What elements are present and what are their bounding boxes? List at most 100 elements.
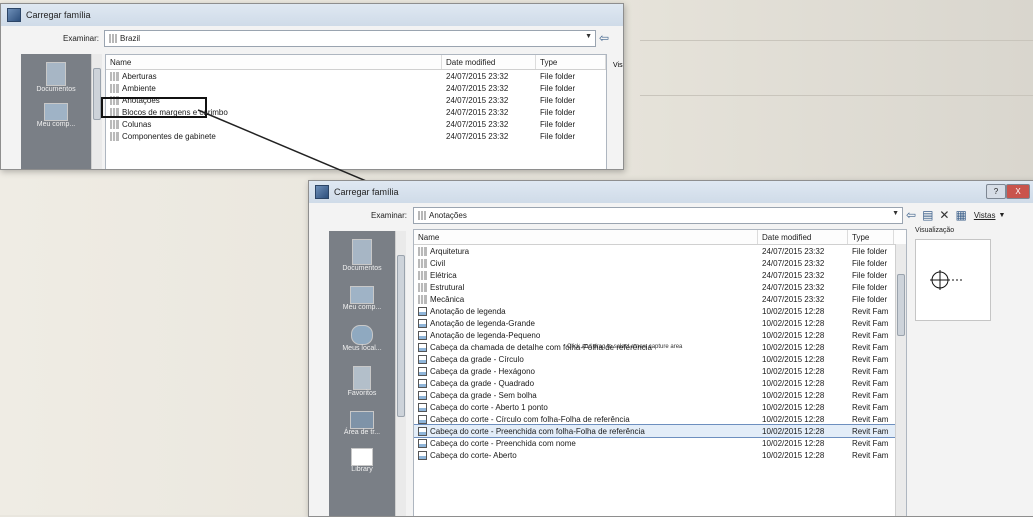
place-my-computer[interactable]: Meu comp...: [329, 286, 395, 311]
file-name-cell: Cabeça do corte - Círculo com folha-Folh…: [414, 414, 758, 424]
file-row[interactable]: Anotação de legenda-Grande 10/02/2015 12:…: [414, 317, 906, 329]
file-name: Arquitetura: [430, 246, 470, 256]
file-row[interactable]: Cabeça da grade - Círculo 10/02/2015 12:2…: [414, 353, 906, 365]
file-name-cell: Arquitetura: [414, 246, 758, 256]
network-globe-icon: [351, 325, 373, 345]
delete-icon[interactable]: ✕: [939, 208, 949, 222]
revit-family-file-icon: [418, 318, 427, 328]
file-name: Cabeça do corte - Círculo com folha-Folh…: [430, 414, 630, 424]
file-name: Cabeça da grade - Círculo: [430, 354, 524, 364]
chevron-down-icon[interactable]: ▼: [892, 210, 899, 217]
file-date: 10/02/2015 12:28: [762, 354, 825, 364]
file-row[interactable]: Civil 24/07/2015 23:32 File folder: [414, 257, 906, 269]
file-name-cell: Cabeça da grade - Círculo: [414, 354, 758, 364]
file-row[interactable]: Mecânica 24/07/2015 23:32 File folder: [414, 293, 906, 305]
file-type: File folder: [852, 294, 888, 304]
file-row[interactable]: Cabeça do corte - Círculo com folha-Folh…: [414, 413, 906, 425]
file-row[interactable]: Cabeça da grade - Hexágono 10/02/2015 12:…: [414, 365, 906, 377]
places-scrollbar[interactable]: [395, 231, 406, 516]
file-name-cell: Civil: [414, 258, 758, 268]
lookin-combo[interactable]: Anotações ▼: [413, 206, 904, 224]
revit-family-file-icon: [418, 402, 427, 412]
file-type: Revit Fam: [852, 450, 889, 460]
place-label: Meus local...: [342, 345, 382, 352]
place-favorites[interactable]: Favoritos: [329, 366, 395, 397]
file-name-cell: Mecânica: [414, 294, 758, 304]
file-name-cell: Cabeça da grade - Quadrado: [414, 378, 758, 388]
file-name-cell: Cabeça do corte - Aberto 1 ponto: [414, 402, 758, 412]
folder-icon: [418, 258, 427, 268]
file-row[interactable]: Cabeça do corte - Aberto 1 ponto 10/02/20…: [414, 401, 906, 413]
folder-icon: [418, 270, 427, 280]
file-date: 10/02/2015 12:28: [762, 378, 825, 388]
file-type: Revit Fam: [852, 354, 889, 364]
file-name: Anotação de legenda: [430, 306, 506, 316]
file-name-cell: Cabeça da grade - Sem bolha: [414, 390, 758, 400]
file-row[interactable]: Cabeça da grade - Quadrado 10/02/2015 12:…: [414, 377, 906, 389]
revit-family-file-icon: [418, 414, 427, 424]
close-icon[interactable]: X: [1006, 184, 1030, 199]
file-name-cell: Anotação de legenda-Pequeno: [414, 330, 758, 340]
col-name[interactable]: Name: [414, 230, 758, 244]
file-type: Revit Fam: [852, 426, 889, 436]
place-network[interactable]: Meus local...: [329, 325, 395, 352]
file-type: Revit Fam: [852, 438, 889, 448]
capture-hint-text: Click and drag to select a new capture a…: [567, 344, 683, 350]
file-name: Cabeça do corte- Aberto: [430, 450, 517, 460]
help-button[interactable]: ?: [986, 184, 1006, 199]
lookin-row: Examinar: Anotações ▼ ⇦ ▤ ✕ ▦ Vistas ▼: [309, 203, 1033, 227]
file-date: 10/02/2015 12:28: [762, 330, 825, 340]
file-row[interactable]: Cabeça da grade - Sem bolha 10/02/2015 12…: [414, 389, 906, 401]
file-list: Name Date modified Type Arquitetura 24/07…: [413, 229, 907, 516]
preview-pane: [915, 239, 991, 321]
file-type: Revit Fam: [852, 402, 889, 412]
file-list-scrollbar[interactable]: [895, 244, 906, 516]
views-menu[interactable]: Vistas: [974, 211, 996, 220]
file-date: 10/02/2015 12:28: [762, 390, 825, 400]
desktop-icon: [350, 411, 374, 429]
file-row[interactable]: Estrutural 24/07/2015 23:32 File folder: [414, 281, 906, 293]
scroll-thumb[interactable]: [397, 255, 405, 417]
file-name: Cabeça da grade - Quadrado: [430, 378, 535, 388]
revit-family-file-icon: [418, 438, 427, 448]
place-desktop[interactable]: Área de tr...: [329, 411, 395, 436]
file-date: 24/07/2015 23:32: [762, 270, 825, 280]
scroll-thumb[interactable]: [897, 274, 905, 336]
file-name: Cabeça da grade - Hexágono: [430, 366, 535, 376]
file-row[interactable]: Anotação de legenda-Pequeno 10/02/2015 12…: [414, 329, 906, 341]
file-name-cell: Cabeça do corte - Preenchida com nome: [414, 438, 758, 448]
preview-label: Visualização: [915, 227, 955, 234]
file-date: 10/02/2015 12:28: [762, 414, 825, 424]
place-label: Favoritos: [347, 390, 377, 397]
file-type: Revit Fam: [852, 306, 889, 316]
file-row[interactable]: Elétrica 24/07/2015 23:32 File folder: [414, 269, 906, 281]
file-row[interactable]: Cabeça do corte- Aberto 10/02/2015 12:28 R…: [414, 449, 906, 461]
documents-icon: [352, 239, 372, 265]
file-date: 10/02/2015 12:28: [762, 450, 825, 460]
file-row[interactable]: Anotação de legenda 10/02/2015 12:28 Revit…: [414, 305, 906, 317]
file-row-selected[interactable]: Cabeça do corte - Preenchida com folha-F…: [414, 424, 906, 438]
folder-icon: [418, 246, 427, 256]
col-date[interactable]: Date modified: [758, 230, 848, 244]
file-name: Estrutural: [430, 282, 465, 292]
file-row[interactable]: Cabeça do corte - Preenchida com nome 10/…: [414, 437, 906, 449]
file-date: 10/02/2015 12:28: [762, 366, 825, 376]
new-folder-icon[interactable]: ▦: [955, 208, 966, 222]
place-library[interactable]: Library: [329, 448, 395, 473]
places-bar: Documentos Meu comp... Meus local... Fav…: [329, 231, 395, 516]
revit-family-file-icon: [418, 378, 427, 388]
up-folder-icon[interactable]: ▤: [922, 208, 933, 222]
back-arrow-icon[interactable]: ⇦: [906, 208, 916, 222]
chevron-down-icon[interactable]: ▼: [998, 212, 1005, 219]
file-type: Revit Fam: [852, 318, 889, 328]
file-type: Revit Fam: [852, 378, 889, 388]
file-name: Mecânica: [430, 294, 465, 304]
file-type: Revit Fam: [852, 342, 889, 352]
file-row[interactable]: Arquitetura 24/07/2015 23:32 File folder: [414, 245, 906, 257]
col-type[interactable]: Type: [848, 230, 894, 244]
revit-app-icon: [315, 185, 329, 199]
place-documents[interactable]: Documentos: [329, 239, 395, 272]
file-date: 10/02/2015 12:28: [762, 438, 825, 448]
place-label: Área de tr...: [343, 429, 381, 436]
library-folder-icon: [351, 448, 373, 466]
